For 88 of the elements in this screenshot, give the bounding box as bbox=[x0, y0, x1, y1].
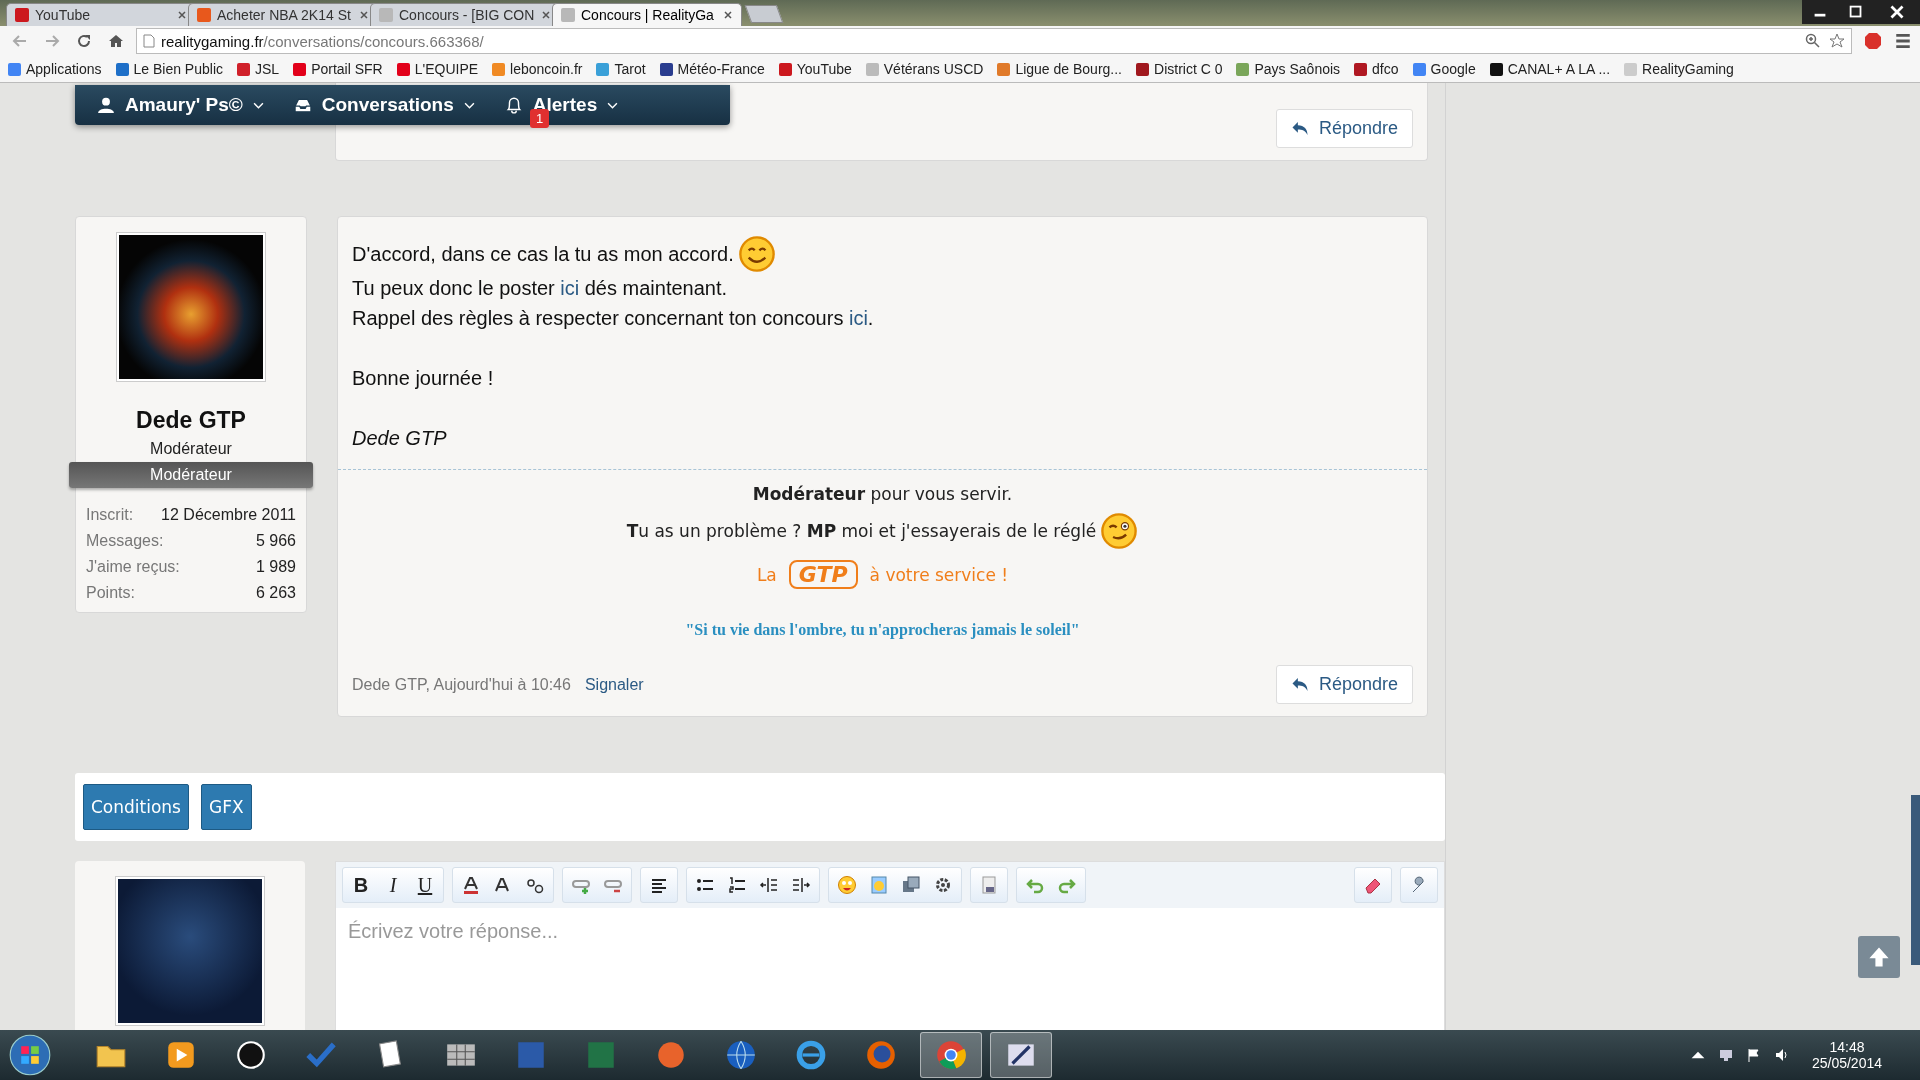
winking-smiley-icon bbox=[1100, 512, 1139, 550]
format-button[interactable]: B bbox=[347, 871, 375, 899]
logo-text: GTP bbox=[788, 560, 858, 589]
bookmark-link[interactable]: Portail SFR bbox=[293, 61, 383, 77]
stat-value: 1 989 bbox=[255, 558, 296, 576]
caret-icon bbox=[463, 101, 475, 109]
reply-arrow-icon bbox=[1290, 677, 1309, 692]
bookmark-link[interactable]: Pays Saônois bbox=[1236, 61, 1341, 77]
link[interactable]: ici bbox=[560, 276, 580, 299]
close-icon[interactable] bbox=[723, 10, 733, 20]
bookmark-link[interactable]: Tarot bbox=[596, 61, 646, 77]
message-line: Dede GTP bbox=[352, 426, 447, 450]
format-button[interactable]: I bbox=[379, 871, 407, 899]
signature-line: Modérateur pour vous servir. bbox=[752, 484, 1013, 504]
chrome-icon bbox=[934, 1038, 968, 1072]
report-link[interactable]: Signaler bbox=[584, 675, 644, 694]
stat-label: J'aime reçus: bbox=[86, 558, 180, 576]
bookmark-link[interactable]: RealityGaming bbox=[1624, 61, 1734, 77]
browser-tab[interactable]: Concours | RealityGa bbox=[552, 3, 742, 26]
nav-menu-item[interactable]: Amaury' Ps© bbox=[97, 94, 264, 116]
clock-time: 14:48 bbox=[1829, 1039, 1865, 1055]
up-arrow-icon bbox=[1867, 945, 1891, 969]
bookmark-link[interactable]: Applications bbox=[8, 61, 102, 77]
bookmark-link[interactable]: CANAL+ A LA ... bbox=[1489, 61, 1611, 77]
stat-label: Messages: bbox=[86, 532, 164, 550]
message-line: Rappel des règles à respecter concernant ton concours ici. bbox=[352, 306, 874, 330]
stat-value: 12 Décembre 2011 bbox=[161, 506, 296, 524]
message-line: D'accord, dans ce cas la tu as mon accord. bbox=[352, 242, 734, 266]
reply-button[interactable]: Répondre bbox=[1275, 109, 1413, 148]
message-line: Tu peux donc le poster ici dés maintenant. bbox=[352, 276, 728, 300]
bookmark-link[interactable]: Météo-France bbox=[659, 61, 765, 77]
clock[interactable]: 14:48 25/05/2014 bbox=[1811, 1039, 1882, 1071]
scrollbar-thumb[interactable] bbox=[1911, 795, 1920, 965]
bookmark-link[interactable]: YouTube bbox=[778, 61, 852, 77]
menu-icon[interactable] bbox=[1894, 32, 1912, 50]
username[interactable]: Dede GTP bbox=[136, 407, 246, 434]
user-icon bbox=[97, 96, 115, 114]
firefox-icon bbox=[864, 1038, 898, 1072]
caret-icon bbox=[607, 101, 619, 109]
network-icon[interactable] bbox=[1717, 1047, 1734, 1063]
format-button[interactable]: U bbox=[411, 871, 439, 899]
scroll-to-top-button[interactable] bbox=[1858, 936, 1900, 978]
bookmark-link[interactable]: leboncoin.fr bbox=[492, 61, 583, 77]
clock-date: 25/05/2014 bbox=[1811, 1055, 1882, 1071]
reply-button[interactable]: Répondre bbox=[1275, 665, 1413, 704]
tag-button[interactable]: GFX bbox=[201, 784, 252, 830]
stat-value: 6 263 bbox=[255, 584, 296, 602]
bookmark-link[interactable]: JSL bbox=[237, 61, 280, 77]
role-ribbon: Modérateur bbox=[69, 462, 313, 488]
bell-icon bbox=[504, 96, 523, 114]
stat-label: Points: bbox=[86, 584, 135, 602]
ie-icon bbox=[794, 1038, 828, 1072]
address-bar[interactable]: realitygaming.fr/conversations/concours.663368/ bbox=[136, 28, 1852, 54]
zoom-icon[interactable] bbox=[1805, 33, 1821, 49]
globe-icon bbox=[724, 1038, 758, 1072]
link[interactable]: ici bbox=[848, 306, 868, 329]
stat-value: 5 966 bbox=[255, 532, 296, 550]
signature-text: La bbox=[756, 564, 777, 585]
bookmark-link[interactable]: District C 0 bbox=[1136, 61, 1223, 77]
nav-menu-item[interactable]: Conversations bbox=[293, 94, 475, 116]
bookmark-link[interactable]: Vétérans USCD bbox=[865, 61, 984, 77]
speaker-icon[interactable] bbox=[1773, 1047, 1790, 1063]
new-tab-button[interactable] bbox=[744, 5, 784, 23]
flag-icon[interactable] bbox=[1745, 1047, 1762, 1063]
home-icon[interactable] bbox=[108, 33, 124, 49]
start-button-icon[interactable] bbox=[8, 1033, 52, 1077]
reload-icon[interactable] bbox=[76, 33, 92, 49]
signature-text: à votre service ! bbox=[869, 564, 1009, 585]
bookmark-link[interactable]: dfco bbox=[1354, 61, 1399, 77]
bookmark-link[interactable]: Ligue de Bourg... bbox=[997, 61, 1122, 77]
caret-icon bbox=[252, 101, 264, 109]
inbox-icon bbox=[293, 96, 312, 114]
bookmark-link[interactable]: Le Bien Public bbox=[115, 61, 223, 77]
signature-line: Tu as un problème ? MP moi et j'essayerais de le réglé bbox=[626, 521, 1097, 541]
message-line: Bonne journée ! bbox=[352, 366, 494, 390]
smiley-icon bbox=[737, 235, 776, 273]
stat-label: Inscrit: bbox=[86, 506, 134, 524]
bookmark-link[interactable]: Google bbox=[1412, 61, 1476, 77]
reply-input-field[interactable]: Écrivez votre réponse... bbox=[335, 908, 1445, 1030]
reply-arrow-icon bbox=[1290, 121, 1309, 136]
adblock-icon[interactable] bbox=[1864, 32, 1882, 50]
bookmark-link[interactable]: L'EQUIPE bbox=[396, 61, 479, 77]
page-icon bbox=[143, 34, 155, 48]
tag-button[interactable]: Conditions bbox=[83, 784, 189, 830]
signature-quote: "Si tu vie dans l'ombre, tu n'approcheras jamais le soleil" bbox=[685, 621, 1080, 639]
star-icon[interactable] bbox=[1829, 33, 1845, 49]
post-meta: Dede GTP, Aujourd'hui à 10:46 bbox=[352, 675, 571, 694]
user-title: Modérateur bbox=[150, 440, 232, 458]
